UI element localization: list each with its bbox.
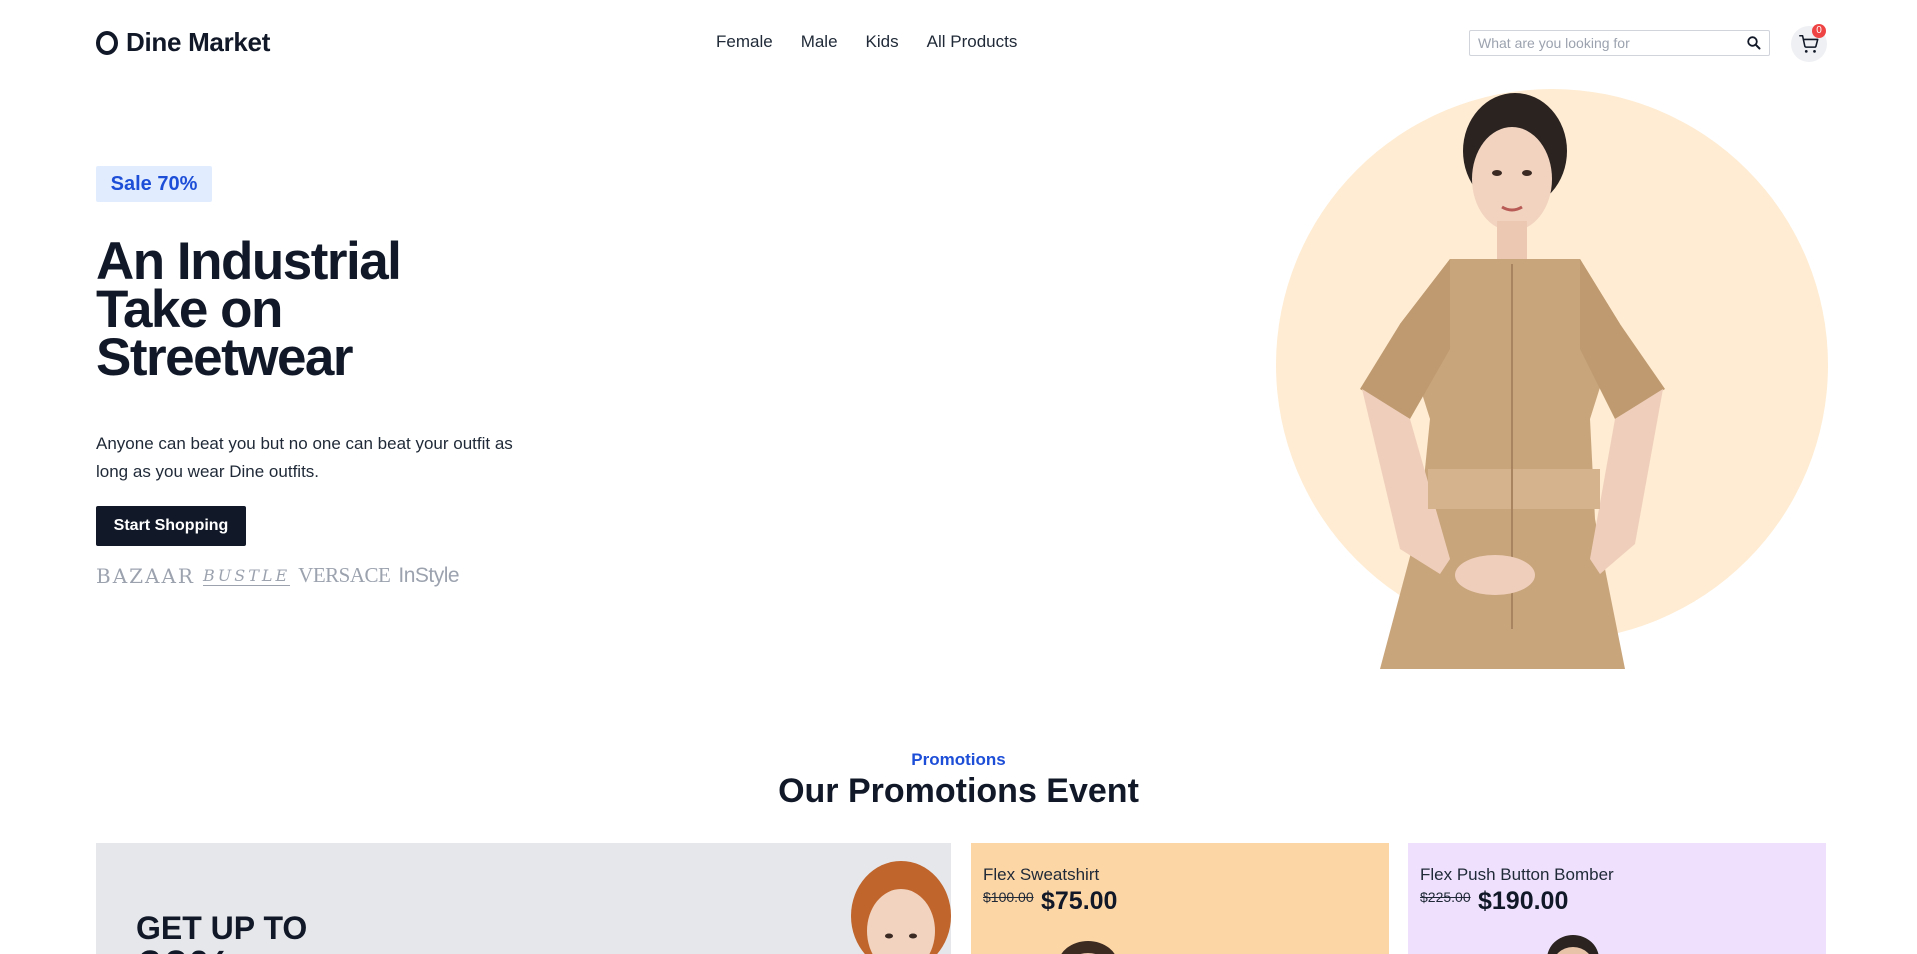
product-sale-price: $190.00 (1478, 887, 1569, 915)
promo-card-discount[interactable]: GET UP TO 60% (96, 843, 951, 954)
hero-description: Anyone can beat you but no one can beat … (96, 434, 513, 481)
promo-card-product[interactable]: Flex Sweatshirt $100.00 $75.00 (971, 843, 1389, 954)
logo-text: Dine Market (126, 27, 271, 57)
search-box (1469, 30, 1770, 56)
logo-icon (96, 30, 118, 55)
brand-logo-bazaar: BAZAAR (96, 563, 195, 588)
search-input[interactable] (1470, 35, 1740, 51)
product-old-price: $100.00 (983, 889, 1034, 905)
featured-brands: BAZAAR BUSTLE VERSACE InStyle (96, 563, 460, 588)
cart-count-badge: 0 (1812, 24, 1826, 38)
brand-logo-versace: VERSACE (298, 563, 391, 587)
promo-card-percentage: 60% (136, 941, 232, 954)
product-old-price: $225.00 (1420, 889, 1471, 905)
hero-title: An Industrial Take on Streetwear (96, 232, 402, 387)
nav-link-all-products[interactable]: All Products (927, 32, 1018, 52)
promotions-kicker: Promotions (911, 750, 1006, 769)
main-nav: Female Male Kids All Products (716, 32, 1017, 52)
brand-logo-instyle: InStyle (398, 563, 460, 587)
brand-logo-bustle: BUSTLE (202, 565, 291, 586)
nav-link-male[interactable]: Male (801, 32, 838, 52)
promo-card-product[interactable]: Flex Push Button Bomber $225.00 $190.00 (1408, 843, 1826, 954)
nav-link-kids[interactable]: Kids (866, 32, 899, 52)
sale-badge: Sale 70% (96, 166, 212, 202)
logo[interactable]: Dine Market (96, 27, 270, 58)
promo-card-headline: GET UP TO (136, 910, 308, 946)
product-sale-price: $75.00 (1041, 887, 1118, 915)
product-image (1061, 941, 1115, 954)
cart-button[interactable]: 0 (1791, 24, 1827, 62)
nav-link-female[interactable]: Female (716, 32, 773, 52)
product-name: Flex Sweatshirt (983, 865, 1100, 884)
hero-model-image (1360, 93, 1665, 669)
product-name: Flex Push Button Bomber (1420, 865, 1614, 884)
start-shopping-button[interactable]: Start Shopping (96, 506, 246, 546)
search-icon[interactable] (1746, 35, 1762, 51)
promotions-title: Our Promotions Event (778, 772, 1139, 810)
promo-model-image (851, 861, 951, 954)
product-image (1547, 935, 1599, 954)
site-header: Dine Market Female Male Kids All Product… (0, 0, 1917, 86)
